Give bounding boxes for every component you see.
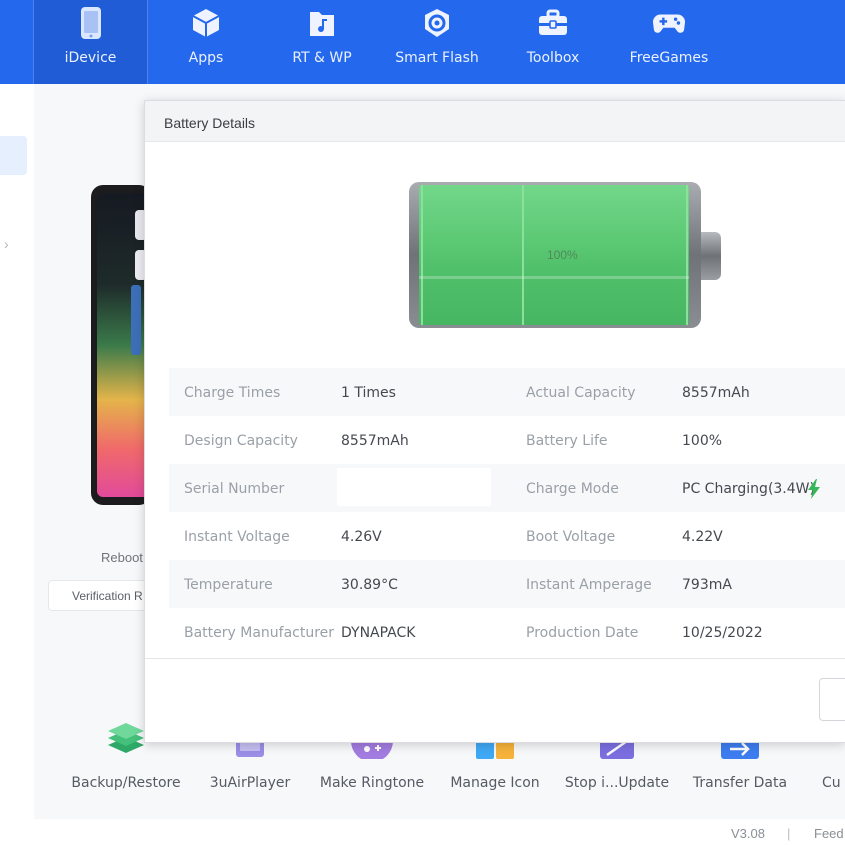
gamepad-icon	[652, 6, 686, 40]
dialog-close-button[interactable]	[819, 678, 845, 721]
instant-amperage-value: 793mA	[682, 577, 732, 593]
tool-make-ringtone-label: Make Ringtone	[319, 775, 425, 791]
battery-manufacturer-label: Battery Manufacturer	[184, 625, 335, 641]
layers-icon	[104, 715, 148, 759]
serial-number-label: Serial Number	[184, 481, 285, 497]
nav-tab-freegames-label: FreeGames	[629, 50, 709, 66]
tool-stop-update-label: Stop i...Update	[564, 775, 670, 791]
temperature-label: Temperature	[184, 577, 273, 593]
serial-number-redacted	[337, 468, 491, 506]
battery-life-value: 100%	[682, 433, 723, 449]
tool-backup-restore-label: Backup/Restore	[71, 775, 181, 791]
battery-shine	[419, 276, 689, 279]
production-date-label: Production Date	[526, 625, 639, 641]
detail-row: Battery Manufacturer DYNAPACK Production…	[169, 608, 845, 656]
dialog-header: Battery Details	[145, 101, 845, 142]
phone-icon	[74, 6, 108, 40]
nav-tab-toolbox-label: Toolbox	[526, 50, 580, 66]
dialog-footer-divider	[145, 658, 845, 659]
battery-terminal	[701, 232, 721, 280]
nav-tab-rt-wp-label: RT & WP	[292, 50, 352, 66]
nav-tab-idevice-label: iDevice	[64, 50, 117, 66]
nav-tab-toolbox[interactable]: Toolbox	[513, 0, 593, 84]
nav-tab-smart-flash[interactable]: Smart Flash	[392, 0, 482, 84]
version-label: V3.08	[731, 826, 765, 841]
detail-row: Instant Voltage 4.26V Boot Voltage 4.22V	[169, 512, 845, 560]
charge-mode-label: Charge Mode	[526, 481, 619, 497]
charge-times-label: Charge Times	[184, 385, 281, 401]
actual-capacity-value: 8557mAh	[682, 385, 750, 401]
tool-manage-icon-label: Manage Icon	[450, 775, 540, 791]
battery-details-dialog: Battery Details 100% Charge Times 1 Time…	[144, 100, 845, 743]
reboot-button[interactable]: Reboot	[101, 550, 143, 565]
temperature-value: 30.89°C	[341, 577, 398, 593]
music-folder-icon	[305, 6, 339, 40]
detail-row: Design Capacity 8557mAh Battery Life 100…	[169, 416, 845, 464]
nav-tab-apps-label: Apps	[188, 50, 224, 66]
design-capacity-value: 8557mAh	[341, 433, 409, 449]
lightning-icon	[808, 479, 820, 499]
nav-tab-idevice[interactable]: iDevice	[33, 0, 148, 84]
detail-row: Charge Times 1 Times Actual Capacity 855…	[169, 368, 845, 416]
instant-voltage-label: Instant Voltage	[184, 529, 290, 545]
battery-percent-label: 100%	[547, 248, 578, 262]
boot-voltage-label: Boot Voltage	[526, 529, 616, 545]
battery-life-label: Battery Life	[526, 433, 608, 449]
boot-voltage-value: 4.22V	[682, 529, 723, 545]
production-date-value: 10/25/2022	[682, 625, 763, 641]
nav-tab-freegames[interactable]: FreeGames	[624, 0, 714, 84]
device-widget	[131, 285, 141, 355]
sidebar-selected-item[interactable]	[0, 136, 27, 175]
nav-tab-apps[interactable]: Apps	[166, 0, 246, 84]
tool-transfer-data-label: Transfer Data	[692, 775, 788, 791]
dialog-title: Battery Details	[164, 115, 256, 131]
instant-amperage-label: Instant Amperage	[526, 577, 652, 593]
chevron-right-icon[interactable]: ›	[4, 236, 9, 252]
instant-voltage-value: 4.26V	[341, 529, 382, 545]
battery-segment-divider	[421, 185, 423, 325]
battery-manufacturer-value: DYNAPACK	[341, 625, 416, 641]
detail-row: Serial Number Charge Mode PC Charging(3.…	[169, 464, 845, 512]
tool-3uairplayer-label: 3uAirPlayer	[209, 775, 291, 791]
cube-icon	[189, 6, 223, 40]
charge-times-value: 1 Times	[341, 385, 396, 401]
toolbox-icon	[536, 6, 570, 40]
verification-report-label: Verification R	[72, 589, 143, 603]
left-sidebar	[0, 84, 34, 819]
battery-segment-divider	[522, 185, 524, 325]
flash-gear-icon	[420, 6, 454, 40]
nav-tab-rt-wp[interactable]: RT & WP	[282, 0, 362, 84]
top-nav-bar: iDevice Apps RT & WP Smart Flash Toolbox…	[0, 0, 845, 84]
battery-segment-divider	[686, 185, 688, 325]
charge-mode-value: PC Charging(3.4W)	[682, 481, 815, 497]
tool-customize-label: Cu	[822, 775, 841, 791]
footer-bar: V3.08 | Feed	[0, 819, 845, 845]
nav-tab-smart-flash-label: Smart Flash	[395, 50, 479, 66]
detail-row: Temperature 30.89°C Instant Amperage 793…	[169, 560, 845, 608]
feedback-link[interactable]: Feed	[814, 826, 844, 841]
design-capacity-label: Design Capacity	[184, 433, 298, 449]
actual-capacity-label: Actual Capacity	[526, 385, 636, 401]
footer-separator: |	[787, 826, 791, 841]
device-image	[91, 185, 151, 505]
